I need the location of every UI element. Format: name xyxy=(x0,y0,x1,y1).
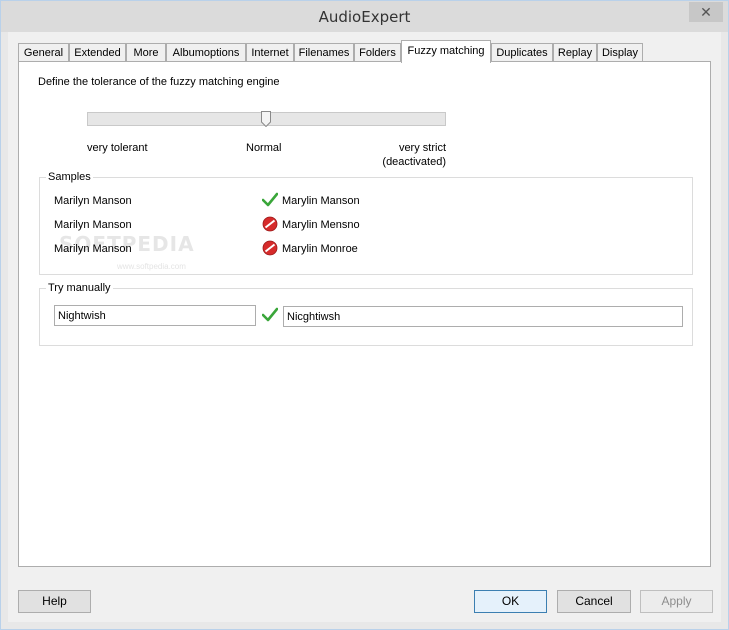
help-button[interactable]: Help xyxy=(18,590,91,613)
label-normal: Normal xyxy=(246,142,282,154)
tab-more[interactable]: More xyxy=(126,43,166,62)
tab-folders[interactable]: Folders xyxy=(354,43,401,62)
title-bar[interactable]: AudioExpert ✕ xyxy=(1,1,728,32)
dialog-client: General Extended More Albumoptions Inter… xyxy=(8,32,721,622)
tab-duplicates[interactable]: Duplicates xyxy=(491,43,553,62)
no-match-icon xyxy=(262,240,278,259)
apply-button[interactable]: Apply xyxy=(640,590,713,613)
sample-input-2: Marilyn Manson xyxy=(54,219,132,231)
label-very-tolerant: very tolerant xyxy=(87,142,148,154)
app-window: AudioExpert ✕ General Extended More Albu… xyxy=(0,0,729,630)
tab-fuzzy-matching[interactable]: Fuzzy matching xyxy=(401,40,491,63)
cancel-button[interactable]: Cancel xyxy=(557,590,631,613)
manual-input-left[interactable] xyxy=(54,305,256,326)
sample-result-1: Marylin Manson xyxy=(282,195,360,207)
tolerance-slider-thumb[interactable] xyxy=(261,111,271,130)
samples-group xyxy=(39,177,693,275)
sample-result-3: Marylin Monroe xyxy=(282,243,358,255)
tab-general[interactable]: General xyxy=(18,43,69,62)
close-icon: ✕ xyxy=(700,4,712,20)
tab-filenames[interactable]: Filenames xyxy=(294,43,354,62)
checkmark-icon xyxy=(261,192,279,210)
tolerance-description: Define the tolerance of the fuzzy matchi… xyxy=(38,76,280,88)
try-manually-title: Try manually xyxy=(46,282,113,294)
fuzzy-matching-panel: SOFTPEDIA www.softpedia.com Define the t… xyxy=(18,61,711,567)
tab-albumoptions[interactable]: Albumoptions xyxy=(166,43,246,62)
samples-group-title: Samples xyxy=(46,171,93,183)
sample-result-2: Marylin Mensno xyxy=(282,219,360,231)
tab-extended[interactable]: Extended xyxy=(69,43,126,62)
tab-display[interactable]: Display xyxy=(597,43,643,62)
manual-input-right[interactable] xyxy=(283,306,683,327)
label-very-strict: very strict xyxy=(398,142,446,154)
close-button[interactable]: ✕ xyxy=(689,2,723,22)
ok-button[interactable]: OK xyxy=(474,590,547,613)
sample-input-1: Marilyn Manson xyxy=(54,195,132,207)
no-match-icon xyxy=(262,216,278,235)
window-title: AudioExpert xyxy=(318,8,411,26)
tab-replay[interactable]: Replay xyxy=(553,43,597,62)
label-deactivated: (deactivated) xyxy=(382,156,446,168)
sample-input-3: Marilyn Manson xyxy=(54,243,132,255)
tab-internet[interactable]: Internet xyxy=(246,43,294,62)
checkmark-icon xyxy=(261,307,279,325)
